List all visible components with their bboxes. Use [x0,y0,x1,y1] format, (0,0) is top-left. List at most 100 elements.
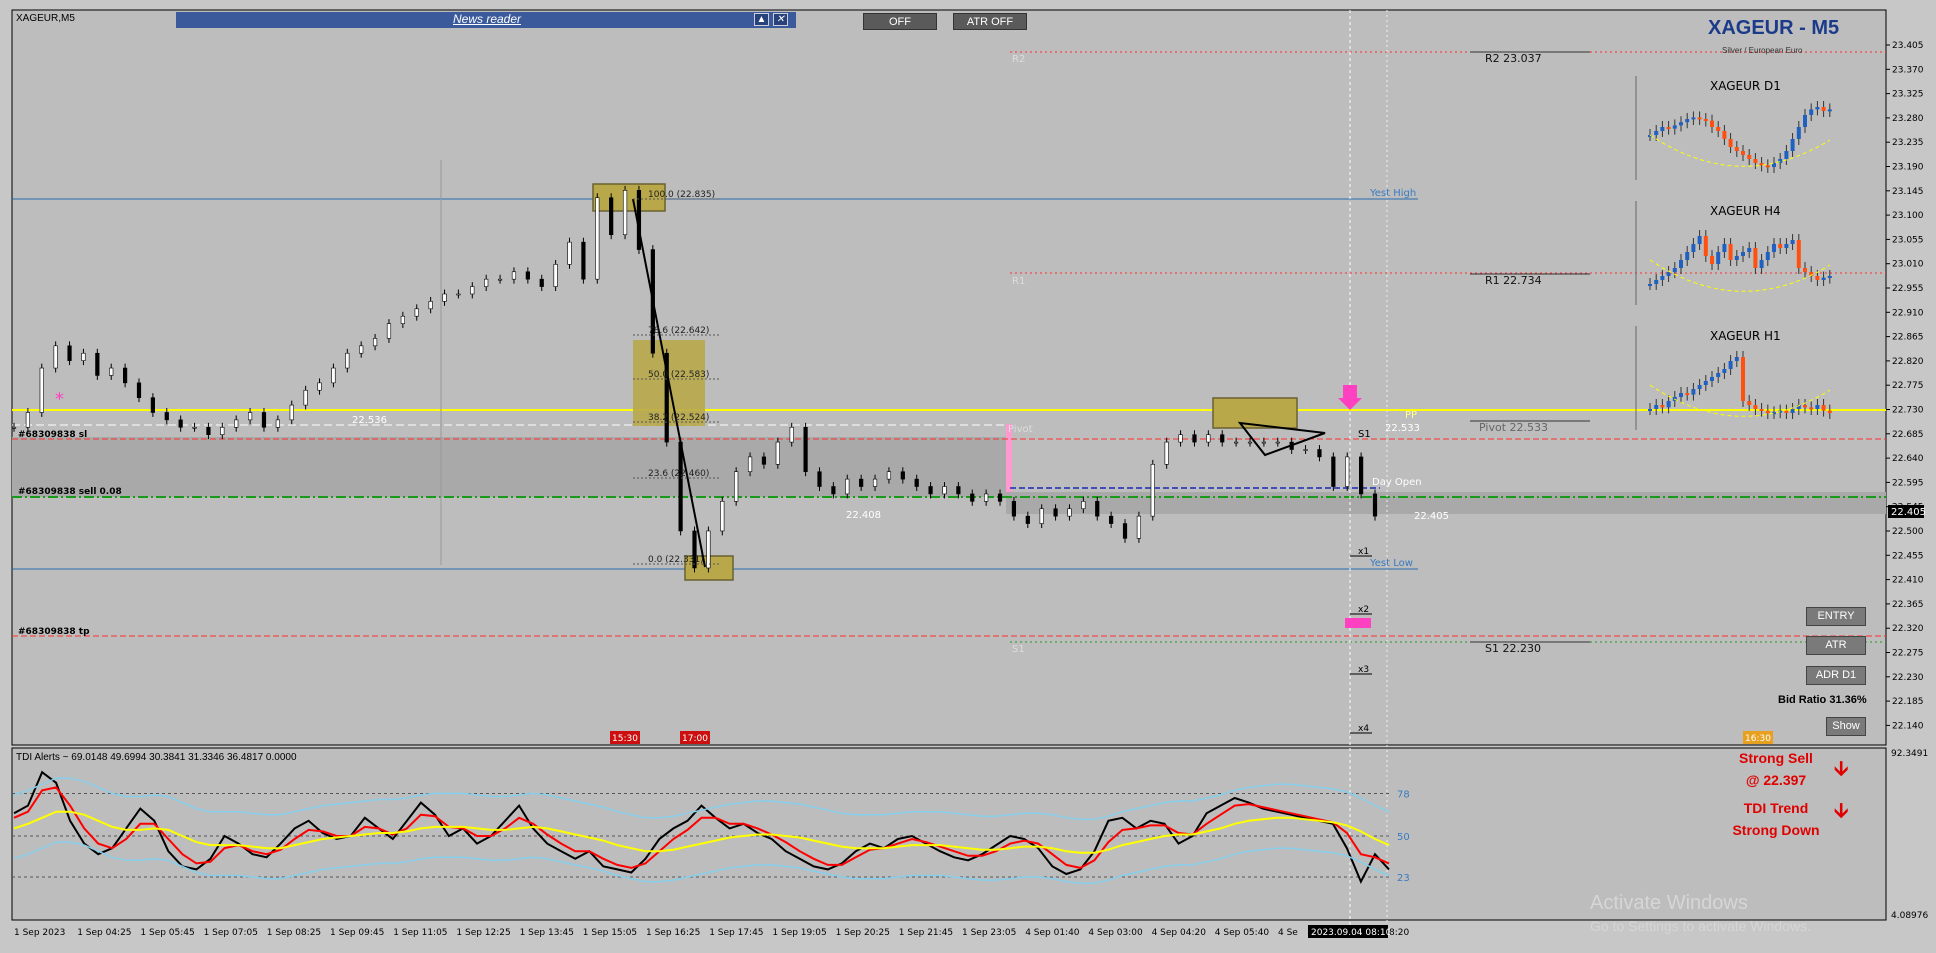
mini-candle-body [1685,119,1690,123]
candle-body [1178,434,1183,443]
level-label: Yest High [1369,188,1416,199]
candle-body [1067,508,1072,517]
price-chart[interactable]: 23.405 23.370 23.325 23.280 23.235 23.190 23.1… [0,0,1936,953]
close-icon[interactable]: ✕ [773,13,788,26]
candle-body [747,456,753,473]
mini-candle-body [1765,165,1770,168]
candle-body [414,308,419,317]
mini-candle-body [1728,244,1733,260]
candle-body [511,271,517,280]
mini-candle-body [1722,369,1727,373]
atr-button[interactable]: ATR [1806,636,1866,655]
pivot-label: S1 22.230 [1485,642,1541,655]
price-axis-label: 22.685 [1892,430,1924,440]
level-label: S1 [1012,644,1025,655]
mini-candle-body [1790,240,1795,244]
tdi-level-label: 78 [1397,789,1410,800]
mini-candle-body [1827,276,1832,278]
candle-body [484,278,489,287]
candle-body [1372,493,1378,517]
mini-candle-body [1697,385,1702,389]
pivot-label: R2 23.037 [1485,52,1542,65]
mini-chart-label: XAGEUR D1 [1710,79,1781,93]
mini-candle-body [1697,236,1702,244]
candle-body [900,471,905,480]
mini-candle-body [1765,410,1770,413]
mini-candle-body [1691,244,1696,252]
mini-candle-body [1803,268,1807,272]
candle-body [789,426,794,443]
mini-candle-body [1654,280,1659,284]
candle-body [39,367,44,413]
mini-candle-body [1784,151,1789,159]
candle-body [1011,501,1017,517]
candle-body [886,471,892,480]
mini-candle-body [1790,139,1795,151]
session-tag-label: 15:30 [612,734,638,744]
candle-body [803,426,808,473]
x-axis-label: 1 Sep 16:25 [646,928,700,938]
price-axis-label: 22.775 [1892,381,1924,391]
atr-off-button[interactable]: ATR OFF [953,13,1027,30]
x-marker-label: x2 [1358,605,1369,615]
news-reader-bar[interactable]: News reader ▲ ✕ [176,12,796,28]
x-axis-label: 4 Sep 01:40 [1025,928,1080,938]
candle-body [386,323,392,339]
collapse-icon[interactable]: ▲ [754,13,769,26]
candle-body [164,412,169,421]
x-axis-label: 2023.09.04 08:10 [1311,928,1392,938]
entry-button[interactable]: ENTRY [1806,607,1866,626]
mini-candle-body [1734,357,1739,361]
candle-body [539,278,544,287]
x-axis-label: 1 Sep 17:45 [709,928,763,938]
mini-candle-body [1685,393,1690,395]
signal-tdi-trend: TDI Trend [1743,800,1809,816]
candle-body [734,471,739,502]
price-axis-label: 22.500 [1892,527,1924,537]
show-button[interactable]: Show [1826,717,1866,736]
buy-marker-icon: * [55,389,64,410]
tdi-title: TDI Alerts ~ 69.0148 49.6994 30.3841 31.… [16,752,297,763]
session-tag-label: 17:00 [682,734,708,744]
x-axis-label: 1 Sep 09:45 [330,928,384,938]
adr-d1-button[interactable]: ADR D1 [1806,666,1866,685]
x-axis-label: 1 Sep 13:45 [520,928,574,938]
candle-body [775,441,780,465]
candle-body [345,352,350,369]
sell-zone [12,437,1006,497]
trade-label: #68309838 sl [18,430,87,440]
mini-candle-body [1666,272,1671,276]
mini-candle-body [1815,405,1820,409]
level-label: PP [1405,410,1417,421]
x-axis-label: 1 Sep 19:05 [772,928,826,938]
activate-windows-watermark: Activate Windows [1590,892,1748,914]
mini-candle-body [1728,139,1733,147]
news-reader-title[interactable]: News reader [453,12,521,26]
level-label: R2 [1012,54,1025,65]
candle-body [275,419,280,428]
price-label: 22.536 [352,415,387,426]
candle-body [136,382,142,398]
down-arrow-icon: 🡫 [1834,798,1849,822]
x-marker-label: x3 [1358,665,1369,675]
candle-body [261,412,267,428]
x-axis-label: 8:20 [1389,928,1409,938]
candle-body [1192,434,1197,443]
price-axis-label: 23.370 [1892,65,1924,75]
signal-strong-down: Strong Down [1732,822,1820,838]
mini-candle-body [1741,151,1745,155]
mini-candle-body [1827,109,1832,112]
off-button[interactable]: OFF [863,13,937,30]
price-axis-label: 23.055 [1892,235,1924,245]
candle-body [331,367,336,384]
mini-candle-body [1716,373,1721,377]
mini-candle-body [1710,256,1714,264]
mini-candle-body [1741,252,1745,256]
candle-body [1234,441,1239,444]
candle-body [1206,434,1211,443]
signal-sell-price: @ 22.397 [1745,772,1807,788]
candle-body [1095,501,1100,517]
candle-body [609,197,614,236]
price-axis-label: 22.910 [1892,308,1924,318]
mini-candle-body [1728,361,1733,369]
